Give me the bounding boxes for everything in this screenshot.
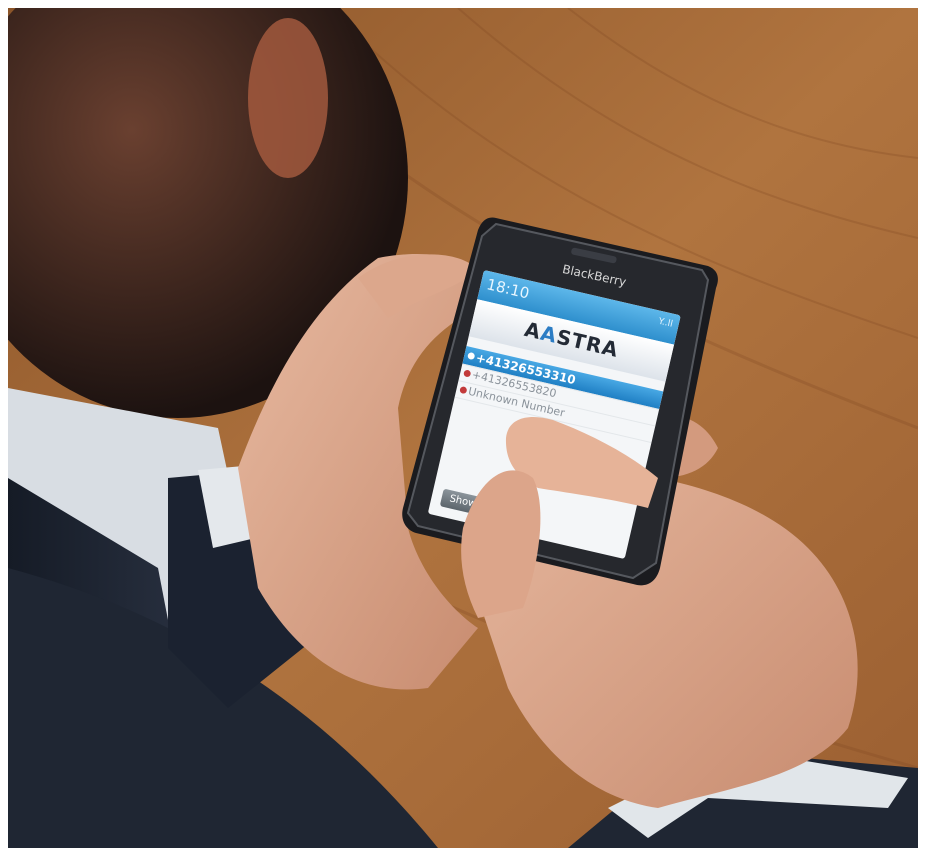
ear bbox=[248, 18, 328, 178]
status-clock: 18:10 bbox=[484, 275, 532, 303]
signal-icon: Y..ll bbox=[657, 316, 674, 330]
photo: BlackBerry 18:10 Y..ll AASTRA ● +4132655… bbox=[8, 8, 918, 848]
